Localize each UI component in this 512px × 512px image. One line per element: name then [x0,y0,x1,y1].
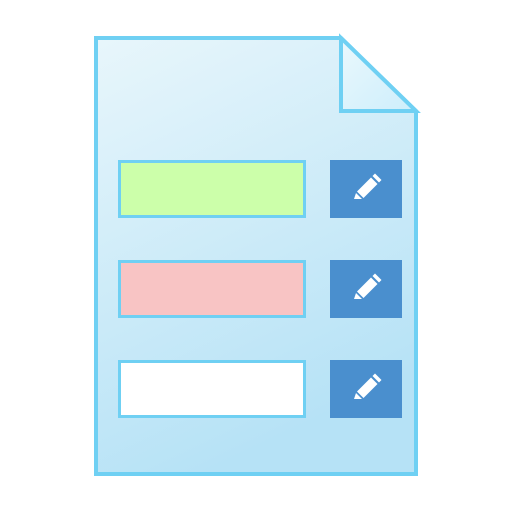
form-field-2[interactable] [118,260,306,318]
form-field-1[interactable] [118,160,306,218]
edit-button-2[interactable] [330,260,402,318]
edit-button-1[interactable] [330,160,402,218]
edit-button-3[interactable] [330,360,402,418]
form-icon [0,0,512,512]
page-fold-corner [339,33,421,113]
pencil-icon [354,373,382,399]
pencil-icon [354,273,382,299]
document-page [94,33,421,476]
form-field-3[interactable] [118,360,306,418]
pencil-icon [354,173,382,199]
